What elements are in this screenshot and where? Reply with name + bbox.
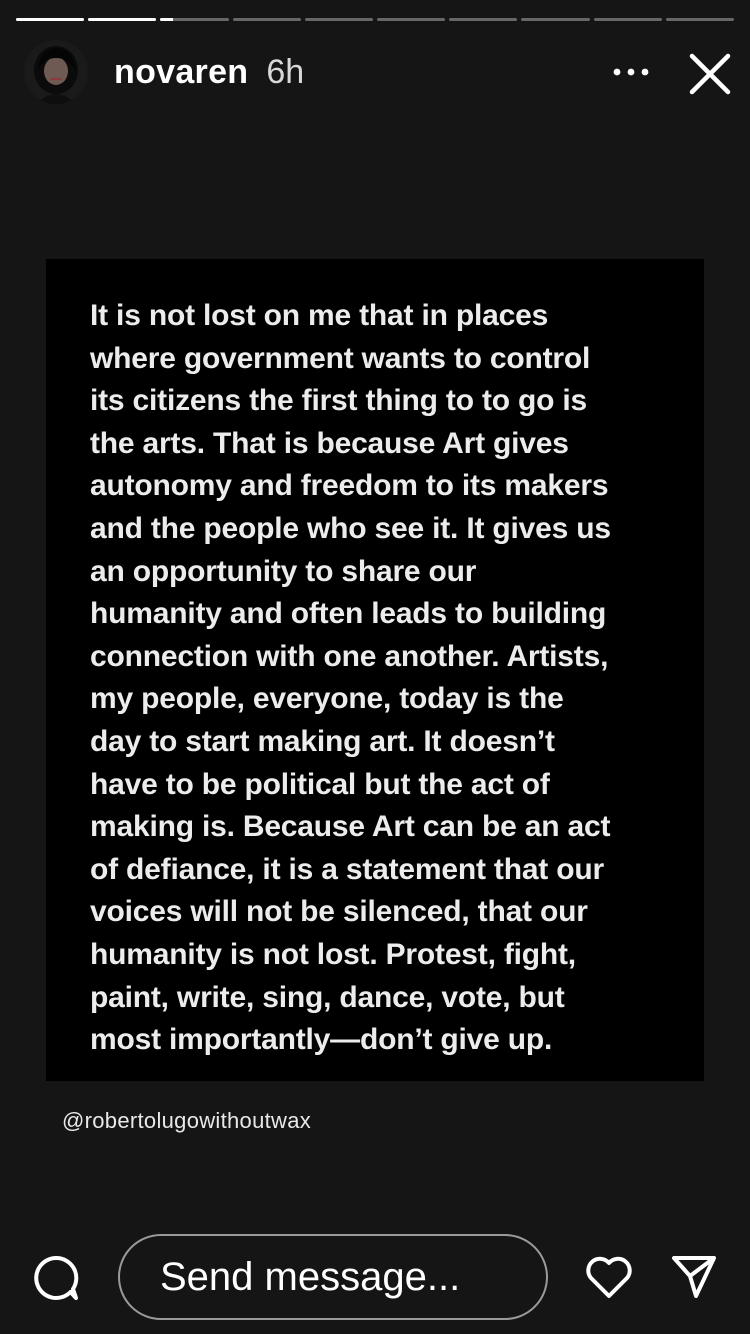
progress-segment: [377, 18, 446, 21]
more-horizontal-icon: [613, 68, 649, 76]
progress-segment: [521, 18, 590, 21]
close-button[interactable]: [686, 50, 734, 98]
progress-segment: [593, 18, 662, 21]
send-icon: [672, 1256, 716, 1298]
avatar-image: [24, 40, 88, 104]
progress-segment: [16, 18, 85, 21]
progress-segment: [88, 18, 157, 21]
comment-icon: [34, 1255, 79, 1300]
avatar[interactable]: [24, 40, 88, 104]
send-button[interactable]: [670, 1254, 718, 1300]
username[interactable]: novaren: [114, 53, 248, 92]
progress-segment: [449, 18, 518, 21]
story-progress-bar: [16, 18, 735, 21]
heart-icon: [586, 1256, 632, 1298]
like-button[interactable]: [584, 1254, 634, 1300]
more-options-button[interactable]: [606, 54, 656, 90]
story-footer: Send message...: [0, 1232, 750, 1322]
story-quote-card: It is not lost on me that in places wher…: [46, 259, 704, 1081]
progress-segment: [304, 18, 374, 21]
progress-segment: [232, 18, 301, 21]
story-header: novaren 6h: [24, 40, 734, 104]
story-timestamp: 6h: [266, 52, 305, 91]
mention-sticker[interactable]: @robertolugowithoutwax: [62, 1108, 311, 1134]
send-message-input[interactable]: Send message...: [118, 1234, 548, 1320]
quote-text: It is not lost on me that in places wher…: [90, 299, 611, 1057]
close-icon: [689, 53, 731, 95]
progress-segment: [160, 18, 229, 21]
comment-button[interactable]: [32, 1254, 80, 1302]
send-message-placeholder: Send message...: [160, 1254, 461, 1299]
progress-segment: [665, 18, 735, 21]
